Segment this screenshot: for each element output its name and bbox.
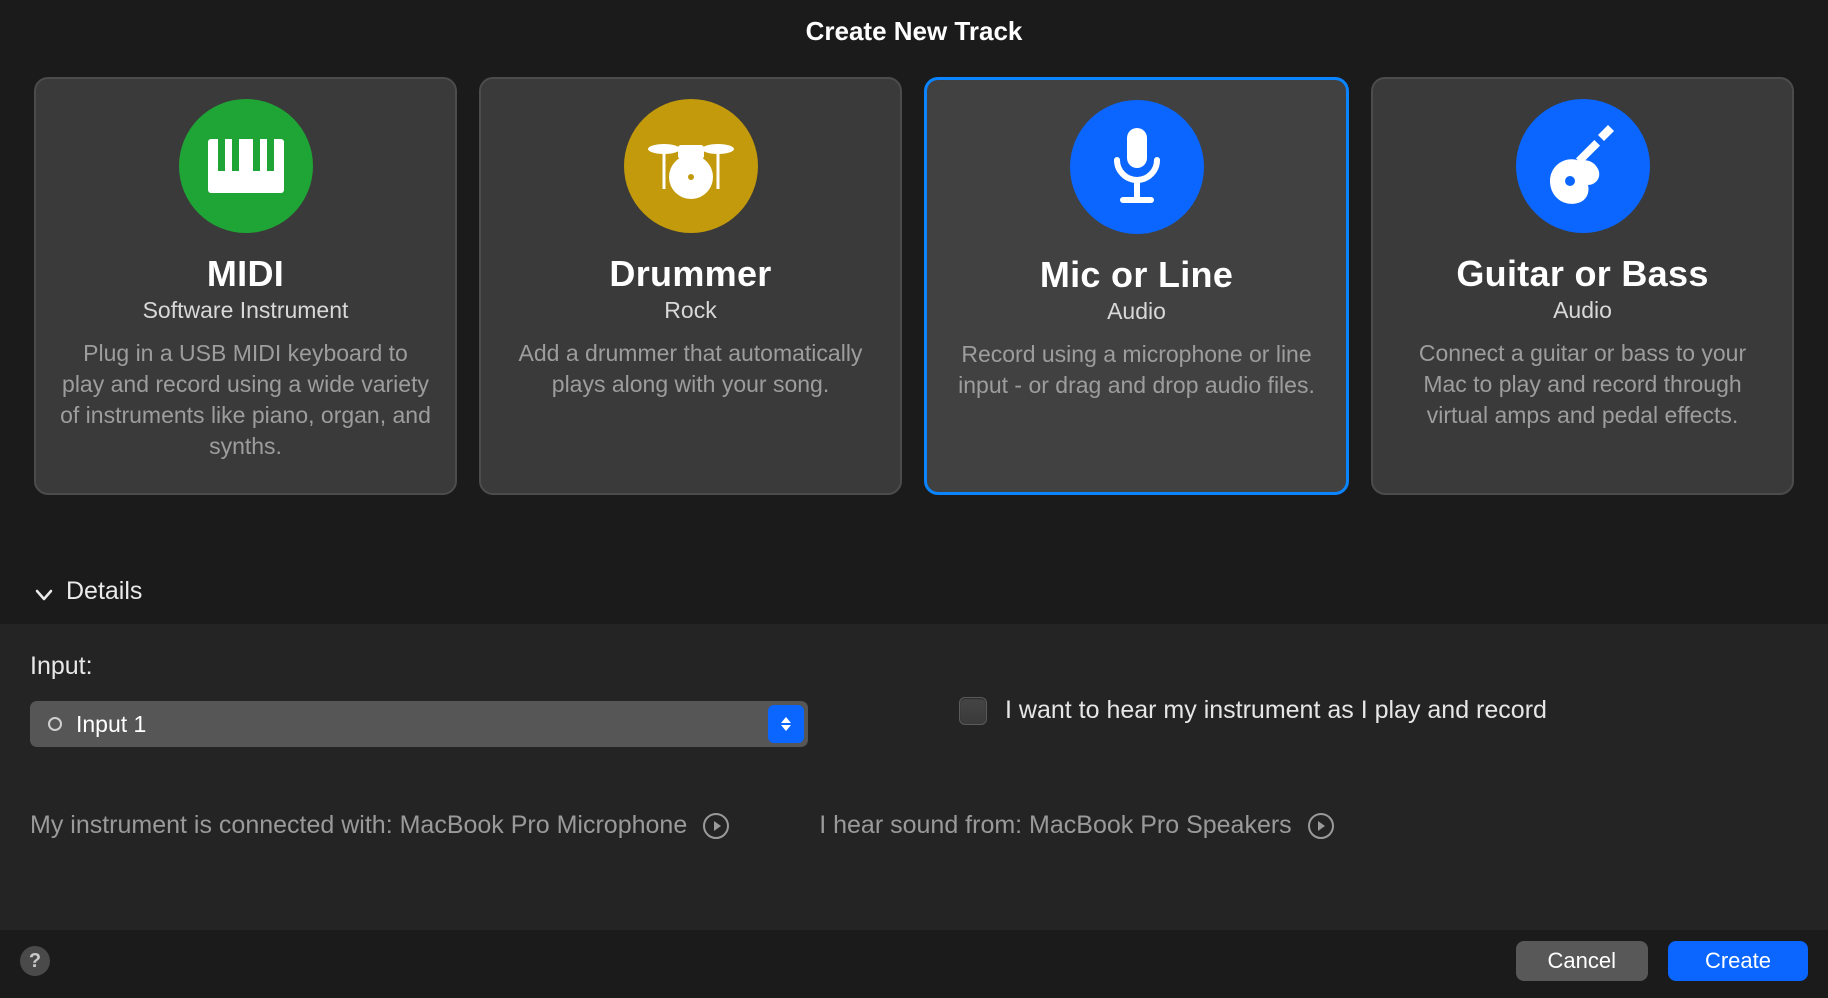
chevron-down-icon [34,583,52,601]
card-title: MIDI [60,253,431,295]
card-subtitle: Rock [505,297,876,324]
details-disclosure[interactable]: Details [0,495,176,624]
drumkit-icon [624,99,758,233]
dialog-title: Create New Track [0,0,1828,77]
create-track-dialog: Create New Track MIDI Software Instrumen… [0,0,1828,998]
card-description: Add a drummer that automatically plays a… [505,338,876,400]
piano-icon [179,99,313,233]
track-type-cards: MIDI Software Instrument Plug in a USB M… [0,77,1828,495]
card-subtitle: Audio [951,298,1322,325]
card-description: Record using a microphone or line input … [951,339,1322,401]
card-subtitle: Audio [1397,297,1768,324]
card-title: Guitar or Bass [1397,253,1768,295]
output-device-text: I hear sound from: MacBook Pro Speakers [819,811,1291,840]
microphone-icon [1070,100,1204,234]
input-device-link[interactable]: My instrument is connected with: MacBook… [30,811,729,840]
dialog-footer: ? Cancel Create [0,924,1828,998]
input-label: Input: [30,652,869,681]
card-title: Mic or Line [951,254,1322,296]
input-select[interactable]: Input 1 [30,701,808,747]
card-subtitle: Software Instrument [60,297,431,324]
card-description: Connect a guitar or bass to your Mac to … [1397,338,1768,431]
monitor-checkbox[interactable] [959,697,987,725]
card-description: Plug in a USB MIDI keyboard to play and … [60,338,431,462]
arrow-circle-icon [703,813,729,839]
details-panel: Input: Input 1 I want to hear my instrum… [0,624,1828,930]
monitor-checkbox-row[interactable]: I want to hear my instrument as I play a… [959,696,1547,725]
details-label: Details [66,577,142,606]
help-button[interactable]: ? [20,946,50,976]
track-type-midi[interactable]: MIDI Software Instrument Plug in a USB M… [34,77,457,495]
track-type-drummer[interactable]: Drummer Rock Add a drummer that automati… [479,77,902,495]
track-type-mic-line[interactable]: Mic or Line Audio Record using a microph… [924,77,1349,495]
output-device-link[interactable]: I hear sound from: MacBook Pro Speakers [819,811,1333,840]
select-stepper-icon [768,705,804,743]
create-button[interactable]: Create [1668,941,1808,981]
monitor-label: I want to hear my instrument as I play a… [1005,696,1547,725]
channel-ring-icon [48,717,62,731]
cancel-button[interactable]: Cancel [1516,941,1648,981]
input-device-text: My instrument is connected with: MacBook… [30,811,687,840]
arrow-circle-icon [1308,813,1334,839]
card-title: Drummer [505,253,876,295]
track-type-guitar-bass[interactable]: Guitar or Bass Audio Connect a guitar or… [1371,77,1794,495]
input-value: Input 1 [76,711,146,738]
guitar-icon [1516,99,1650,233]
